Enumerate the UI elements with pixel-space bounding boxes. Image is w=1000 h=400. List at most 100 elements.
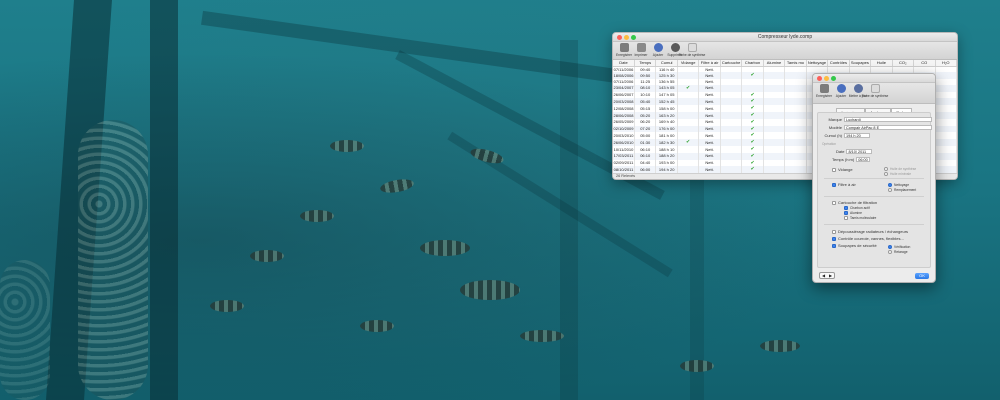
check-icon: ✔ — [750, 139, 755, 146]
table-cell: Nett. — [698, 91, 721, 99]
soupapes-retarage-radio[interactable] — [888, 250, 892, 254]
add-icon — [653, 43, 663, 52]
prev-record-button[interactable]: ◀ — [820, 273, 827, 278]
temps-label: Temps (h:m) — [832, 157, 855, 162]
main-titlebar[interactable]: Compresseur lyde.comp — [613, 33, 957, 42]
column-header[interactable]: Contrôles — [827, 60, 850, 67]
table-cell-check — [720, 72, 743, 80]
wreck-pillar — [560, 40, 578, 400]
cumul-field[interactable]: 194 h 20 — [844, 133, 870, 138]
table-cell — [763, 132, 786, 140]
check-icon: ✔ — [686, 139, 691, 146]
table-cell: 143 h 05 — [655, 84, 678, 92]
table-cell-check — [720, 98, 743, 106]
table-cell: 182 h 30 — [655, 139, 678, 147]
table-cell — [784, 152, 807, 160]
detail-titlebar[interactable] — [813, 74, 935, 83]
table-cell: 188 h 20 — [655, 152, 678, 160]
next-record-button[interactable]: ▶ — [827, 273, 834, 278]
table-cell-check — [720, 91, 743, 99]
filtre-checkbox[interactable] — [832, 182, 836, 187]
table-cell — [763, 125, 786, 133]
fish — [460, 280, 520, 300]
table-cell — [935, 91, 957, 99]
charbon-checkbox[interactable] — [844, 206, 848, 210]
date-label: Date — [836, 149, 845, 154]
zoom-button[interactable] — [831, 76, 836, 81]
vidange-synthese-radio[interactable] — [884, 167, 888, 171]
detail-toolbar: Enregistrer Ajouter Mettre à jour Fiche … — [813, 83, 935, 104]
tamis-checkbox[interactable] — [844, 216, 848, 220]
fish — [680, 360, 714, 372]
table-cell-check — [677, 159, 700, 167]
table-cell: 05:20 — [634, 112, 657, 119]
vidange-checkbox[interactable] — [832, 167, 836, 172]
save-button[interactable]: Enregistrer — [816, 84, 832, 102]
column-header[interactable]: Cartouche — [720, 60, 743, 67]
soupapes-verification-radio[interactable] — [888, 245, 892, 249]
controle-checkbox[interactable] — [832, 236, 836, 241]
filtre-remplacement-radio[interactable] — [888, 188, 892, 192]
temps-field[interactable]: 06:00 — [856, 157, 871, 162]
filtre-nettoyage-radio[interactable] — [888, 183, 892, 187]
table-cell: Nett. — [698, 125, 721, 133]
cumul-label: Cumul (h) — [824, 133, 842, 138]
check-icon: ✔ — [750, 166, 755, 173]
table-cell — [763, 84, 786, 92]
column-header[interactable]: Nettoyage — [806, 60, 829, 67]
marque-field[interactable]: Luchardi — [844, 117, 932, 122]
ok-button[interactable]: OK — [915, 273, 929, 279]
soupapes-checkbox[interactable] — [832, 243, 836, 248]
table-cell — [763, 139, 786, 147]
save-button[interactable]: Enregistrer — [616, 43, 632, 58]
table-cell: 26/06/2010 — [613, 139, 635, 147]
update-button[interactable]: Mettre à jour — [849, 84, 867, 102]
close-button[interactable] — [817, 76, 822, 81]
table-cell: Nett. — [698, 72, 721, 80]
table-cell — [784, 139, 807, 147]
table-cell: 116 h 40 — [655, 66, 678, 73]
table-cell — [763, 105, 786, 113]
summary-button[interactable]: Fiche de synthèse — [679, 43, 705, 58]
alumine-checkbox[interactable] — [844, 211, 848, 215]
fish — [760, 340, 800, 352]
fish — [330, 140, 364, 152]
table-cell-check — [677, 132, 700, 140]
window-title: Compresseur lyde.comp — [757, 34, 813, 40]
divider — [824, 196, 924, 197]
table-cell: 193 h 00 — [655, 159, 678, 167]
table-cell-check: ✔ — [741, 146, 764, 153]
coral-column — [78, 120, 148, 400]
column-header[interactable]: Tamis mo — [784, 60, 807, 67]
print-button[interactable]: Imprimer — [633, 43, 649, 58]
table-cell — [784, 105, 807, 113]
add-button[interactable]: Ajouter — [833, 84, 849, 102]
table-cell: 147 h 05 — [655, 91, 678, 99]
modele-label: Modèle — [828, 125, 842, 130]
column-header[interactable]: Filtre à air — [698, 60, 721, 67]
vidange-minerale-radio[interactable] — [884, 172, 888, 176]
column-header[interactable]: Soupapes — [849, 60, 872, 67]
minimize-button[interactable] — [824, 76, 829, 81]
table-cell: 176 h 00 — [655, 125, 678, 133]
table-cell: 05:15 — [634, 105, 657, 113]
table-cell: 23/04/2007 — [613, 84, 635, 92]
table-cell: 06:20 — [634, 118, 657, 126]
table-cell-check — [720, 125, 743, 133]
table-cell — [763, 112, 786, 119]
column-header[interactable]: Charbon — [741, 60, 764, 67]
add-button[interactable]: Ajouter — [650, 43, 666, 58]
wreck-pillar — [150, 0, 178, 400]
depoussierage-checkbox[interactable] — [832, 229, 836, 234]
cartouche-checkbox[interactable] — [832, 200, 836, 205]
modele-field[interactable]: Compair AirPac 8 E — [844, 125, 932, 130]
table-cell — [784, 132, 807, 140]
date-field[interactable]: 8/10/ 2011 — [846, 149, 873, 154]
table-cell-check: ✔ — [741, 118, 764, 126]
table-cell-check — [720, 132, 743, 140]
table-cell — [784, 72, 807, 80]
table-cell-check — [720, 146, 743, 153]
summary-button[interactable]: Fiche de synthèse — [862, 84, 888, 102]
table-cell: Nett. — [698, 159, 721, 167]
check-icon: ✔ — [750, 159, 755, 166]
